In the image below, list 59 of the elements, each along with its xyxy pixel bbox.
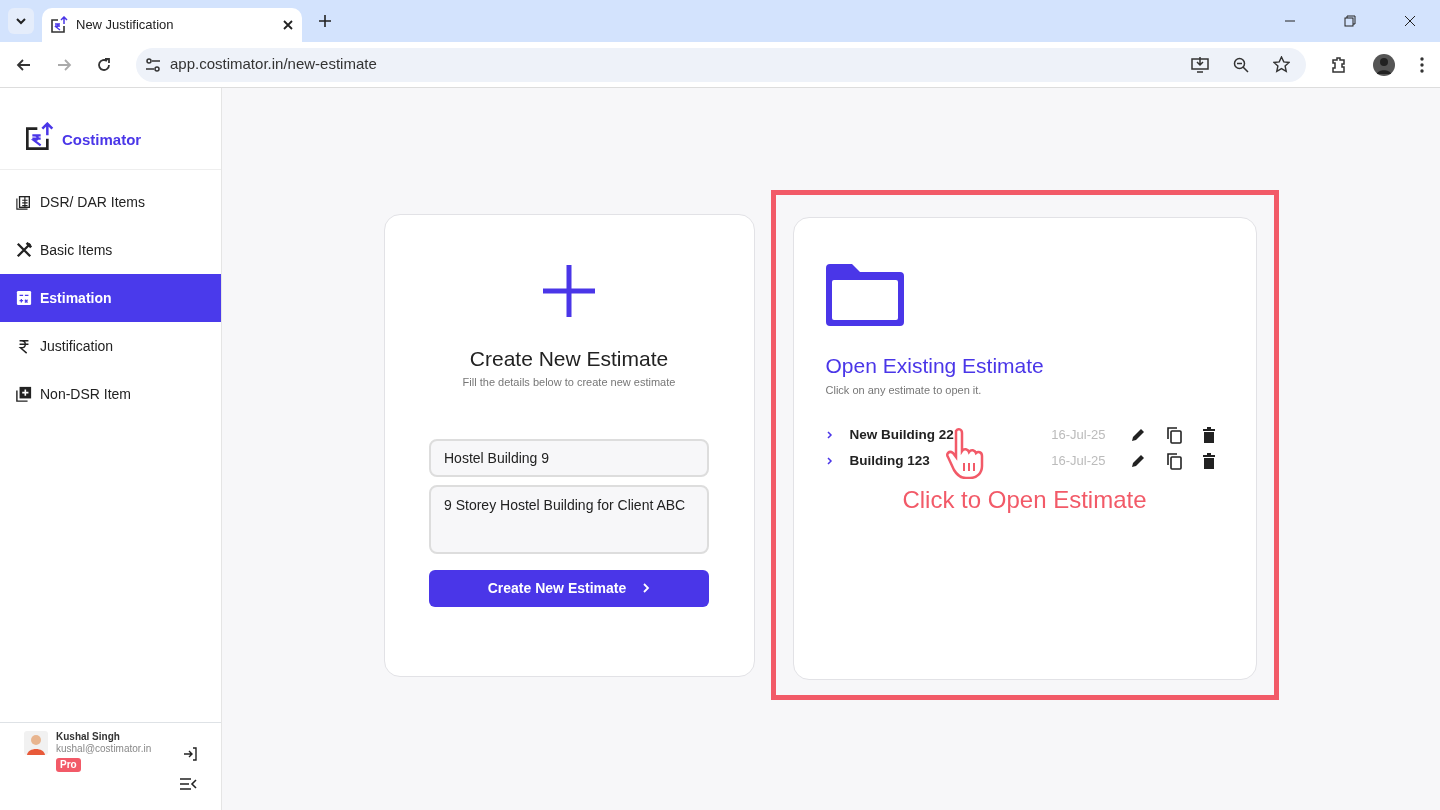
card-subtitle: Click on any estimate to open it. [824,382,983,398]
new-tab-icon[interactable] [318,14,332,28]
sidebar-item[interactable]: Estimation [0,274,221,322]
logout-icon[interactable] [183,747,197,761]
menu-icon[interactable] [1420,56,1424,73]
delete-icon[interactable] [1201,427,1216,443]
estimate-date: 16-Jul-25 [1051,452,1106,471]
estimate-name-field[interactable]: Hostel Building 9 [429,438,709,477]
extensions-icon[interactable] [1330,55,1348,74]
edit-icon[interactable] [1129,453,1146,469]
delete-icon[interactable] [1201,453,1216,469]
annotation-text: Click to Open Estimate [901,485,1148,515]
profile-avatar[interactable] [1372,52,1396,77]
chevron-right-icon [642,582,651,594]
plan-badge: Pro [56,758,81,772]
sidebar-item[interactable]: Justification [0,322,221,370]
logo-icon [24,121,54,152]
restore-icon[interactable] [1344,15,1356,27]
star-icon[interactable] [1273,56,1290,73]
tab-title: New Justification [76,16,175,35]
close-icon[interactable] [1404,15,1416,27]
collapse-menu-icon[interactable] [179,777,197,791]
sidebar-item[interactable]: Basic Items [0,226,221,274]
estimate-name[interactable]: Building 123 [849,450,1036,472]
site-settings-icon[interactable] [144,55,162,74]
folder-icon [825,262,904,326]
back-icon[interactable] [16,56,32,73]
tab-list-button[interactable] [8,8,34,34]
create-estimate-button[interactable]: Create New Estimate [429,569,709,607]
browser-tab[interactable]: New Justification [42,8,302,42]
grid-icon [16,290,32,306]
user-email: kushal@costimator.in [56,742,152,754]
reload-icon[interactable] [96,56,112,73]
zoom-icon[interactable] [1233,56,1249,73]
estimate-date: 16-Jul-25 [1051,426,1106,445]
expand-chevron-icon[interactable] [825,456,834,466]
user-name: Kushal Singh [56,731,120,743]
logo-icon [50,16,68,34]
address-bar[interactable]: app.costimator.in/new-estimate [136,47,1306,82]
card-title: Create New Estimate [469,345,669,372]
estimate-description-field[interactable]: 9 Storey Hostel Building for Client ABC [429,484,709,554]
copy-icon[interactable] [1165,452,1182,470]
brand-name: Costimator [62,130,142,151]
tools-icon [16,242,32,258]
estimate-name[interactable]: New Building 22 [849,424,1036,446]
card-subtitle: Fill the details below to create new estimate [462,375,676,390]
sidebar-item[interactable]: DSR/ DAR Items [0,178,221,226]
copy-icon[interactable] [1165,426,1182,444]
edit-icon[interactable] [1129,427,1146,443]
close-icon[interactable] [282,19,294,31]
install-icon[interactable] [1191,55,1209,74]
plus-icon [541,262,597,319]
add-box-icon [16,386,32,402]
table-icon [16,194,32,210]
user-avatar [24,731,48,755]
expand-chevron-icon[interactable] [825,430,834,440]
card-title: Open Existing Estimate [824,353,1045,379]
url-text: app.costimator.in/new-estimate [170,54,378,75]
sidebar-item[interactable]: Non-DSR Item [0,370,221,418]
